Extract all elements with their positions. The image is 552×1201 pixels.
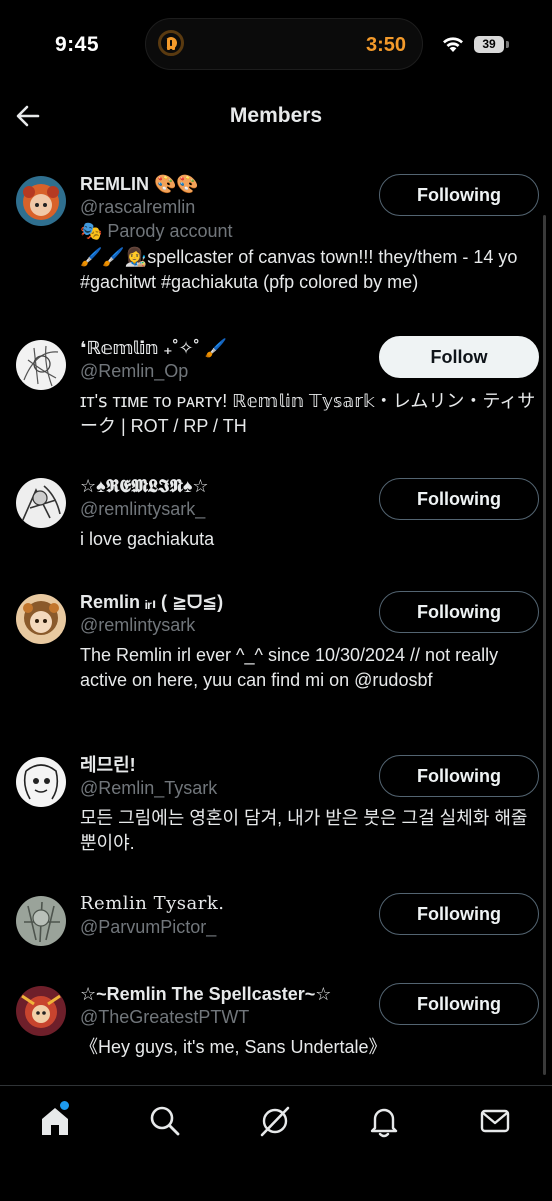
bio: 모든 그림에는 영혼이 담겨, 내가 받은 붓은 그걸 실체화 해줄 뿐이야. — [80, 808, 528, 853]
timer-readout: 3:50 — [365, 34, 406, 56]
bio: ɪᴛ'ꜱ ᴛɪᴍᴇ ᴛᴏ ᴘᴀʀᴛʏ! ℝ𝕖𝕞𝕝𝕚𝕟 𝕋𝕪𝕤𝕒𝕣𝕜・レムリン・テ… — [80, 391, 536, 436]
tab-search[interactable] — [148, 1104, 182, 1138]
parody-label: 🎭 Parody account — [80, 221, 233, 241]
tab-notifications[interactable] — [367, 1104, 401, 1138]
bio: The Remlin irl ever ^_^ since 10/30/2024… — [80, 645, 499, 690]
avatar[interactable] — [16, 478, 66, 528]
bio: 🖌️🖌️👩‍🎨spellcaster of canvas town!!! the… — [80, 247, 518, 292]
list-item[interactable]: 레므린! @Remlin_Tysark 모든 그림에는 영혼이 담겨, 내가 받… — [0, 755, 552, 867]
pause-icon — [167, 39, 177, 51]
avatar[interactable] — [16, 986, 66, 1036]
avatar[interactable] — [16, 176, 66, 226]
list-item[interactable]: Remlin ᵢᵣₗ ( ≧ᗜ≦) @remlintysark The Reml… — [0, 591, 552, 724]
header: Members — [0, 90, 552, 145]
following-button[interactable]: Following — [379, 591, 539, 633]
following-button[interactable]: Following — [379, 174, 539, 216]
scrollbar[interactable] — [543, 215, 546, 1075]
avatar[interactable] — [16, 896, 66, 946]
following-button[interactable]: Following — [379, 755, 539, 797]
clock: 9:45 — [55, 33, 100, 56]
tab-home[interactable] — [38, 1100, 72, 1138]
bottom-nav — [0, 1085, 552, 1201]
dynamic-island[interactable]: 3:50 — [145, 18, 423, 70]
bio: 《Hey guys, it's me, Sans Undertale》 — [80, 1037, 387, 1057]
following-button[interactable]: Following — [379, 983, 539, 1025]
tab-grok[interactable] — [258, 1104, 292, 1138]
list-item[interactable]: Remlin Tysark. @ParvumPictor_ Following — [0, 893, 552, 956]
avatar[interactable] — [16, 594, 66, 644]
list-item[interactable]: ☆~Remlin The Spellcaster~☆ @TheGreatestP… — [0, 983, 552, 1066]
battery-icon: 39 — [474, 36, 504, 53]
notification-dot — [59, 1100, 70, 1111]
search-icon — [150, 1106, 180, 1136]
status-bar: 9:45 3:50 39 — [0, 0, 552, 90]
following-button[interactable]: Following — [379, 478, 539, 520]
list-item[interactable]: REMLIN 🎨🎨 @rascalremlin 🎭 Parody account… — [0, 174, 552, 316]
grok-icon — [260, 1106, 290, 1137]
follow-button[interactable]: Follow — [379, 336, 539, 378]
list-item[interactable]: ❛ℝ𝕖𝕞𝕝𝕚𝕟 ₊˚✧˚ 🖌️ @Remlin_Op ɪᴛ'ꜱ ᴛɪᴍᴇ ᴛᴏ … — [0, 336, 552, 450]
list-item[interactable]: ☆♠𝕽𝕰𝕸𝕷𝕴𝕹♠☆ @remlintysark_ i love gachiak… — [0, 476, 552, 568]
bell-icon — [370, 1108, 398, 1138]
following-button[interactable]: Following — [379, 893, 539, 935]
bio: i love gachiakuta — [80, 529, 215, 549]
mail-icon — [480, 1109, 510, 1133]
wifi-icon — [443, 37, 463, 52]
tab-messages[interactable] — [478, 1104, 512, 1138]
avatar[interactable] — [16, 757, 66, 807]
battery-tip — [506, 41, 509, 48]
avatar[interactable] — [16, 340, 66, 390]
page-title: Members — [229, 104, 323, 127]
